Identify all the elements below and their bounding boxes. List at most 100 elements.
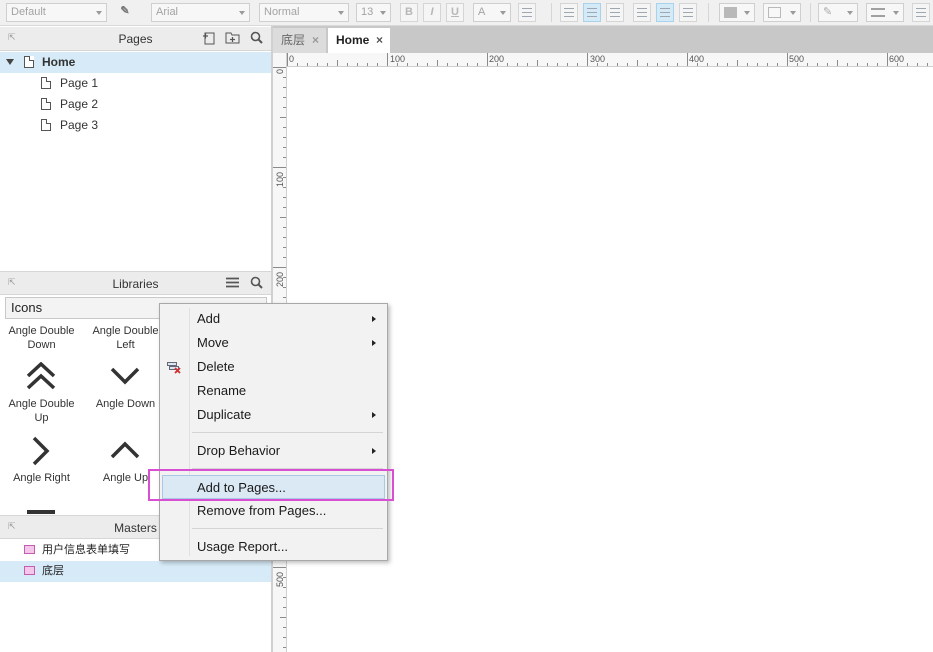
library-item-label: Angle Right [13, 472, 70, 484]
ruler-tick [407, 63, 408, 66]
ruler-tick [777, 63, 778, 66]
ruler-tick [283, 177, 286, 178]
shadow-select[interactable] [763, 3, 801, 22]
ruler-tick [437, 60, 438, 66]
ruler-tick [283, 87, 286, 88]
ruler-tick [717, 63, 718, 66]
ruler-tick [827, 63, 828, 66]
menu-item-delete[interactable]: Delete [160, 355, 387, 379]
underline-button[interactable]: U [446, 3, 464, 22]
format-painter-icon[interactable]: ✎ [115, 3, 135, 22]
menu-item-drop-behavior[interactable]: Drop Behavior [160, 439, 387, 463]
ruler-tick [627, 63, 628, 66]
italic-button[interactable]: I [423, 3, 441, 22]
line-width-select[interactable] [866, 3, 904, 22]
font-weight-select[interactable]: Normal [259, 3, 349, 22]
align-left-button[interactable] [560, 3, 578, 22]
menu-item-move[interactable]: Move [160, 331, 387, 355]
menu-item-add[interactable]: Add [160, 307, 387, 331]
delete-icon [167, 362, 181, 374]
master-label: 底层 [42, 565, 64, 577]
line-color-select[interactable]: ✎ [818, 3, 858, 22]
ruler-tick [283, 297, 286, 298]
ruler-tick [507, 63, 508, 66]
line-style-button[interactable] [912, 3, 930, 22]
ruler-tick [283, 607, 286, 608]
font-select[interactable]: Arial [151, 3, 250, 22]
master-item-selected[interactable]: 底层 [0, 561, 271, 582]
ruler-tick [283, 287, 286, 288]
ruler-tick [527, 63, 528, 66]
pen-icon: ✎ [823, 6, 833, 18]
align-bottom-button[interactable] [679, 3, 697, 22]
expand-arrow-icon[interactable] [6, 59, 14, 65]
ruler-tick [273, 267, 286, 268]
style-select-value: Default [11, 6, 46, 18]
tab-label: 底层 [281, 33, 306, 47]
ruler-tick [577, 63, 578, 66]
page-tree-item-page-3[interactable]: Page 3 [0, 115, 271, 136]
ruler-tick [283, 627, 286, 628]
page-tree-item-page-2[interactable]: Page 2 [0, 94, 271, 115]
tab-home[interactable]: Home × [328, 28, 390, 53]
library-item-angle-down[interactable]: Angle Down [84, 397, 167, 411]
fill-color-icon [724, 7, 737, 18]
ruler-tick [707, 63, 708, 66]
chevron-down-icon [500, 11, 506, 15]
angle-down-icon[interactable] [110, 367, 140, 385]
menu-separator [192, 528, 383, 529]
library-item-angle-double-up[interactable]: Angle Double Up [0, 397, 83, 425]
ruler-tick [273, 167, 286, 168]
align-right-button[interactable] [606, 3, 624, 22]
align-top-button[interactable] [633, 3, 651, 22]
ruler-tick [283, 107, 286, 108]
menu-icon[interactable] [224, 276, 240, 292]
font-color-select[interactable]: A [473, 3, 511, 22]
font-color-icon: A [478, 6, 486, 18]
page-tree-item-home[interactable]: Home [0, 52, 271, 73]
align-center-button[interactable] [583, 3, 601, 22]
ruler-tick [283, 147, 286, 148]
library-item-label-line1: Angle Double [92, 325, 159, 337]
page-label: Page 2 [60, 97, 99, 111]
menu-item-label: Move [197, 335, 229, 350]
page-tree-item-page-1[interactable]: Page 1 [0, 73, 271, 94]
library-item-angle-double-left[interactable]: Angle Double Left [84, 324, 167, 352]
menu-item-duplicate[interactable]: Duplicate [160, 403, 387, 427]
ruler-tick [547, 63, 548, 66]
ruler-tick [283, 277, 286, 278]
add-page-icon[interactable] [201, 31, 217, 47]
library-item-label-line2: Down [27, 339, 56, 351]
search-icon[interactable] [248, 276, 264, 292]
library-item-angle-double-down[interactable]: Angle Double Down [0, 324, 83, 352]
chevron-down-icon [380, 11, 386, 15]
ruler-tick [280, 217, 286, 218]
bold-button[interactable]: B [400, 3, 418, 22]
align-middle-button[interactable] [656, 3, 674, 22]
add-folder-icon[interactable] [224, 31, 240, 47]
ruler-tick [283, 157, 286, 158]
ruler-tick [280, 617, 286, 618]
bullet-list-button[interactable] [518, 3, 536, 22]
ruler-tick [283, 77, 286, 78]
close-icon[interactable]: × [376, 28, 383, 53]
fill-color-select[interactable] [719, 3, 755, 22]
chevron-down-icon [744, 11, 750, 15]
ruler-tick [817, 63, 818, 66]
close-icon[interactable]: × [312, 28, 319, 53]
font-size-select[interactable]: 13 [356, 3, 391, 22]
angle-double-up-icon[interactable] [25, 362, 57, 390]
ruler-tick [427, 63, 428, 66]
ruler-label: 100 [275, 171, 285, 187]
search-icon[interactable] [248, 31, 264, 47]
angle-up-icon[interactable] [110, 441, 140, 459]
library-item-angle-right[interactable]: Angle Right [0, 471, 83, 485]
angle-right-icon[interactable] [31, 436, 51, 466]
style-select[interactable]: Default [6, 3, 107, 22]
menu-item-rename[interactable]: Rename [160, 379, 387, 403]
ruler-tick [807, 63, 808, 66]
ruler-tick [727, 63, 728, 66]
menu-item-usage-report[interactable]: Usage Report... [160, 535, 387, 559]
menu-item-remove-from-pages[interactable]: Remove from Pages... [160, 499, 387, 523]
tab-master[interactable]: 底层 × [273, 28, 326, 53]
